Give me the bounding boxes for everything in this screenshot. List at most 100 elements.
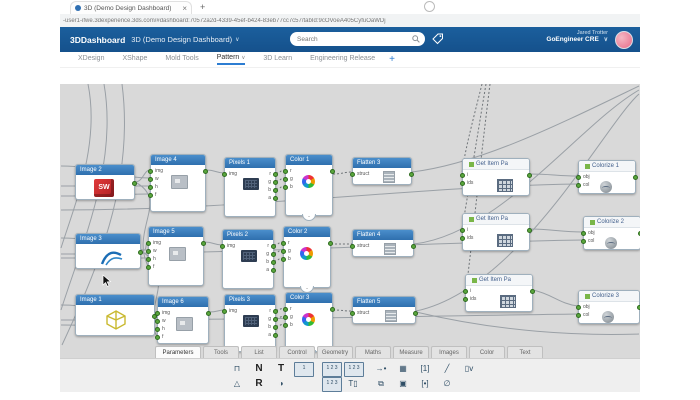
input-port[interactable] (463, 297, 468, 302)
dual-display-icon[interactable]: ⧉ (372, 377, 390, 390)
node-image4[interactable]: Image 4imgwhf (150, 154, 206, 212)
brand-logo[interactable]: 3DDashboard (70, 35, 125, 45)
node-getitem3[interactable]: Get Item Paiids (465, 274, 533, 312)
node-image6[interactable]: Image 6imgwhf (157, 296, 209, 344)
palette-tab-images[interactable]: Images (431, 346, 467, 358)
avatar[interactable] (615, 31, 633, 49)
output-port[interactable] (203, 169, 208, 174)
tab-mold-tools[interactable]: Mold Tools (165, 55, 198, 64)
node-color1[interactable]: Color 1rgb⌄ (285, 154, 333, 216)
search-box[interactable] (290, 32, 425, 46)
input-port[interactable] (155, 311, 160, 316)
input-port[interactable] (581, 239, 586, 244)
search-input[interactable] (295, 35, 410, 44)
node-getitem1[interactable]: Get Item Paiids (462, 158, 530, 196)
output-port[interactable] (527, 228, 532, 233)
tab-engineering-release[interactable]: Engineering Release (310, 55, 375, 64)
input-port[interactable] (281, 241, 286, 246)
output-port[interactable] (271, 244, 276, 249)
tab-xdesign[interactable]: XDesign (78, 55, 104, 64)
output-port[interactable] (206, 311, 211, 316)
palette-tab-measure[interactable]: Measure (393, 346, 429, 358)
new-tab-button[interactable]: + (200, 2, 205, 12)
input-port[interactable] (350, 311, 355, 316)
angle-icon[interactable]: △ (228, 377, 246, 390)
output-port[interactable] (271, 268, 276, 273)
item-icon[interactable]: [•] (416, 377, 434, 390)
node-colorize3[interactable]: Colorize 3objcol (578, 290, 640, 324)
null-icon[interactable]: ∅ (438, 377, 456, 390)
node-flatten5[interactable]: Flatten 5struct (352, 296, 416, 324)
display-panel-icon[interactable]: ▦ (394, 362, 412, 375)
node-canvas[interactable]: Image 2SW Image 3 Image 1 Image 4imgwhf Imag… (60, 84, 640, 358)
input-port[interactable] (576, 175, 581, 180)
tab-close-icon[interactable]: × (182, 4, 187, 13)
input-port[interactable] (146, 249, 151, 254)
dashboard-title[interactable]: 3D (Demo Design Dashboard) (131, 35, 232, 44)
node-pixels3[interactable]: Pixels 3imgrgba (224, 294, 276, 352)
label-box-icon[interactable]: 1 (294, 362, 314, 377)
real-icon[interactable]: R (250, 377, 268, 390)
input-port[interactable] (283, 185, 288, 190)
palette-tab-maths[interactable]: Maths (355, 346, 391, 358)
input-port[interactable] (155, 335, 160, 340)
input-port[interactable] (283, 169, 288, 174)
connector-icon[interactable]: →• (372, 362, 390, 375)
node-image2[interactable]: Image 2SW (75, 164, 135, 200)
palette-tab-parameters[interactable]: Parameters (155, 346, 201, 358)
input-port[interactable] (283, 315, 288, 320)
output-port[interactable] (633, 175, 638, 180)
node-image1[interactable]: Image 1 (75, 294, 155, 336)
output-port[interactable] (138, 250, 143, 255)
input-port[interactable] (463, 289, 468, 294)
input-port[interactable] (283, 323, 288, 328)
palette-tab-list[interactable]: List (241, 346, 277, 358)
input-port[interactable] (148, 193, 153, 198)
output-port[interactable] (273, 188, 278, 193)
browser-tab[interactable]: 3D (Demo Design Dashboard) × (70, 1, 192, 14)
node-pixels1[interactable]: Pixels 1imgrgba (224, 157, 276, 217)
output-port[interactable] (637, 305, 640, 310)
dimension-icon[interactable]: ⊓ (228, 362, 246, 375)
output-port[interactable] (530, 289, 535, 294)
add-tab-button[interactable]: + (389, 54, 395, 65)
input-port[interactable] (146, 265, 151, 270)
output-port[interactable] (273, 180, 278, 185)
output-port[interactable] (273, 196, 278, 201)
node-image5[interactable]: Image 5imgwhf (148, 226, 204, 286)
chevron-down-icon[interactable]: ∨ (235, 36, 239, 43)
output-port[interactable] (638, 231, 640, 236)
output-port[interactable] (273, 325, 278, 330)
node-image3[interactable]: Image 3 (75, 233, 141, 269)
input-port[interactable] (148, 177, 153, 182)
node-getitem2[interactable]: Get Item Paiids (462, 213, 530, 251)
input-port[interactable] (155, 319, 160, 324)
input-port[interactable] (350, 172, 355, 177)
search-icon[interactable] (412, 35, 420, 43)
node-flatten3[interactable]: Flatten 3struct (352, 157, 412, 185)
tag-icon[interactable] (432, 33, 444, 45)
node-color2[interactable]: Color 2rgb⌄ (283, 226, 331, 288)
input-port[interactable] (148, 169, 153, 174)
node-color3[interactable]: Color 3rgb⌄ (285, 292, 333, 352)
output-port[interactable] (273, 172, 278, 177)
input-port[interactable] (146, 257, 151, 262)
palette-tab-text[interactable]: Text (507, 346, 543, 358)
input-port[interactable] (222, 309, 227, 314)
line-icon[interactable]: ╱ (438, 362, 456, 375)
node-pixels2[interactable]: Pixels 2imgrgba (222, 229, 274, 289)
input-port[interactable] (281, 257, 286, 262)
text-field-icon[interactable]: T▯ (344, 377, 362, 390)
output-port[interactable] (273, 309, 278, 314)
text-icon[interactable]: T (272, 362, 290, 375)
output-port[interactable] (527, 173, 532, 178)
user-menu[interactable]: Jared Trotter GoEngineer CRE ∨ (546, 30, 608, 44)
value-list-icon[interactable]: ▯v (460, 362, 478, 375)
output-port[interactable] (330, 169, 335, 174)
input-port[interactable] (460, 228, 465, 233)
output-port[interactable] (411, 244, 416, 249)
number-slider-icon[interactable]: 1 2 3 (322, 362, 342, 377)
node-colorize1[interactable]: Colorize 1objcol (578, 160, 636, 194)
browser-profile-icon[interactable] (424, 1, 435, 12)
range-icon[interactable]: 1 2 3 (322, 377, 342, 392)
